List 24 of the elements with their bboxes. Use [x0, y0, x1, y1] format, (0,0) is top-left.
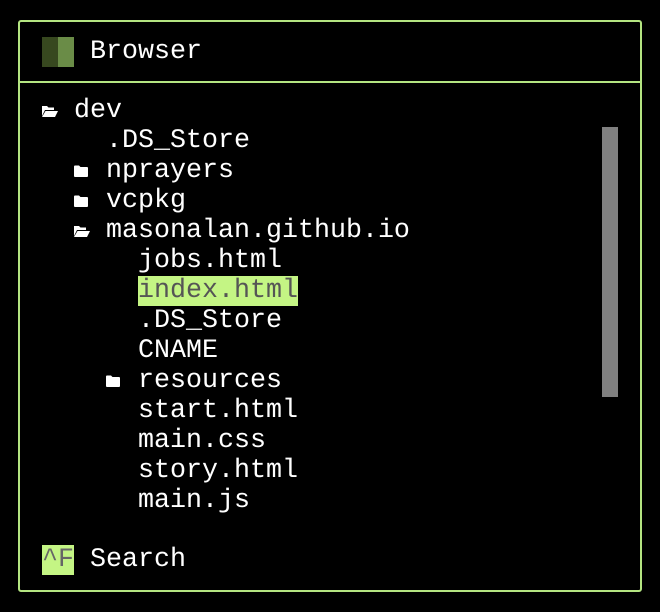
folder-name[interactable]: masonalan.github.io — [106, 216, 410, 246]
file-name[interactable]: .DS_Store — [138, 306, 282, 336]
file-name[interactable]: start.html — [138, 396, 298, 426]
scrollbar[interactable] — [602, 127, 618, 397]
file-name[interactable]: index.html — [138, 276, 298, 306]
folder-name[interactable]: dev — [74, 96, 122, 126]
folder-name[interactable]: vcpkg — [106, 186, 186, 216]
folder-name[interactable]: resources — [138, 366, 282, 396]
file-name[interactable]: story.html — [138, 456, 298, 486]
open-folder-icon[interactable] — [42, 105, 58, 117]
file-name[interactable]: CNAME — [138, 336, 218, 366]
file-name[interactable]: main.js — [138, 486, 250, 516]
search-label[interactable]: Search — [90, 545, 186, 575]
file-name[interactable]: .DS_Store — [106, 126, 250, 156]
folder-icon[interactable] — [74, 195, 88, 207]
open-folder-icon[interactable] — [74, 225, 90, 237]
folder-name[interactable]: nprayers — [106, 156, 234, 186]
folder-icon[interactable] — [74, 165, 88, 177]
folder-icon[interactable] — [106, 375, 120, 387]
file-name[interactable]: jobs.html — [138, 246, 282, 276]
file-name[interactable]: main.css — [138, 426, 266, 456]
window-title: Browser — [90, 36, 202, 66]
app-icon — [42, 36, 74, 66]
shortcut-key: ^F — [42, 545, 74, 575]
